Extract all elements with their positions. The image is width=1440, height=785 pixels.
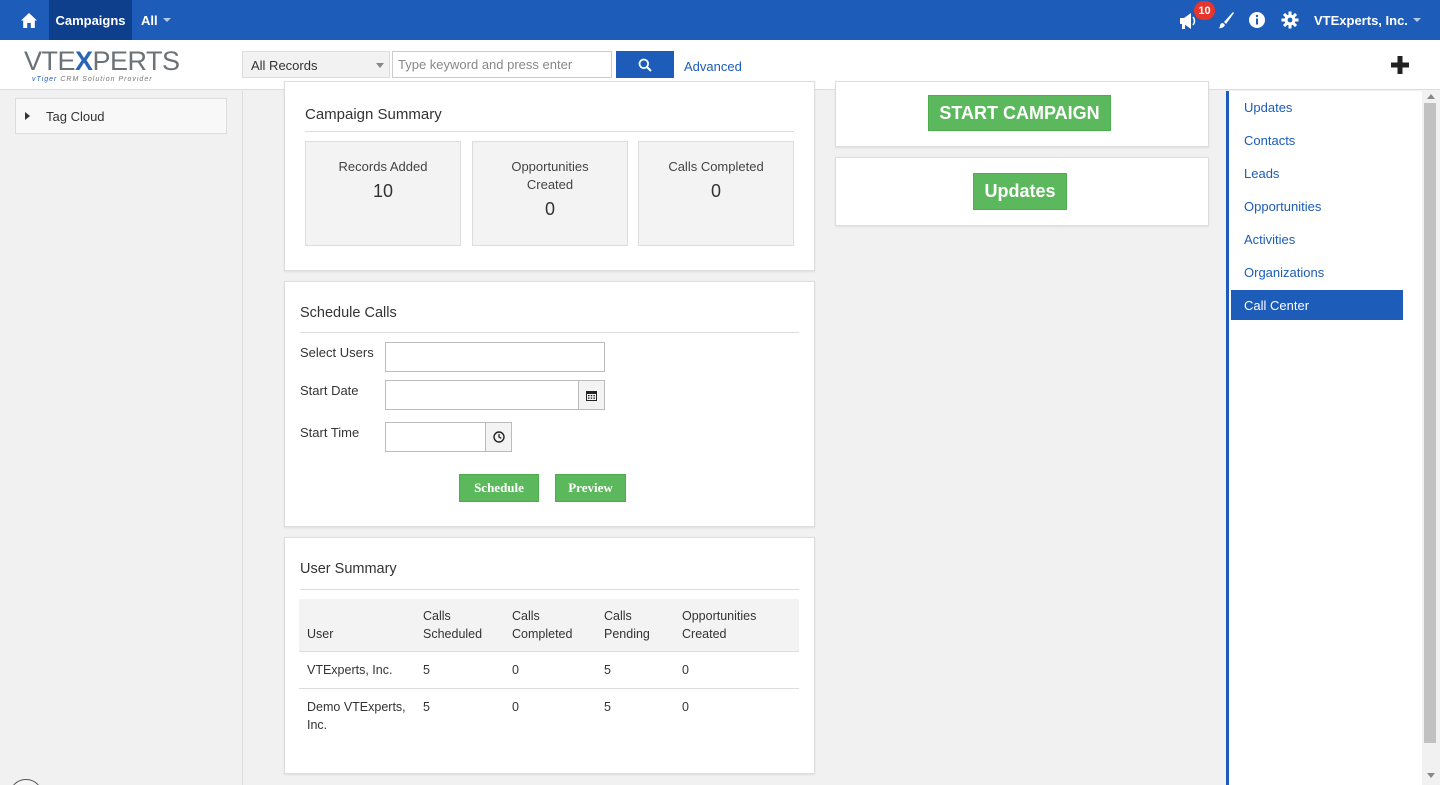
company-logo[interactable]: VTEXPERTS vTiger CRM Solution Provider — [24, 46, 184, 86]
logo-text-left: VTE — [24, 46, 76, 76]
caret-right-icon — [25, 112, 30, 120]
record-type-value: All Records — [251, 58, 318, 73]
column-header: Calls Pending — [596, 599, 674, 652]
module-tab-campaigns[interactable]: Campaigns — [49, 0, 132, 40]
schedule-calls-title: Schedule Calls — [300, 305, 397, 321]
start-date-label: Start Date — [300, 383, 359, 398]
table-cell: 5 — [604, 700, 611, 714]
related-list-sidebar: Updates Contacts Leads Opportunities Act… — [1226, 91, 1422, 785]
calendar-icon[interactable] — [578, 380, 605, 410]
main-content: Campaign Summary Records Added 10 Opport… — [243, 81, 1226, 785]
gear-icon[interactable] — [1278, 8, 1302, 32]
stat-value: 0 — [544, 199, 555, 219]
sidebar-item-contacts[interactable]: Contacts — [1231, 126, 1403, 155]
table-cell: 5 — [423, 700, 430, 714]
select-users-label: Select Users — [300, 345, 374, 360]
stat-calls-completed: Calls Completed 0 — [638, 141, 794, 246]
preview-button[interactable]: Preview — [555, 474, 626, 502]
advanced-search-link[interactable]: Advanced — [684, 59, 742, 74]
search-icon — [638, 58, 652, 72]
notification-badge: 10 — [1194, 1, 1215, 20]
start-time-field[interactable] — [385, 422, 486, 452]
table-header-row: User Calls Scheduled Calls Completed Cal… — [299, 599, 799, 652]
sidebar-item-opportunities[interactable]: Opportunities — [1231, 192, 1403, 221]
add-plus-icon[interactable] — [1389, 54, 1411, 76]
table-cell: Demo VTExperts, Inc. — [307, 700, 406, 732]
select-users-field[interactable] — [385, 342, 605, 372]
table-cell: 0 — [674, 651, 799, 689]
chevron-down-icon — [376, 63, 384, 68]
sidebar-item-call-center[interactable]: Call Center — [1231, 290, 1403, 320]
stat-opportunities-created: Opportunities Created 0 — [472, 141, 628, 246]
user-menu[interactable]: VTExperts, Inc. — [1314, 0, 1421, 40]
stat-label: Calls Completed — [668, 159, 764, 174]
logo-sub-brand: vTiger — [32, 76, 58, 83]
filter-dropdown[interactable]: All — [141, 0, 171, 40]
scroll-up-icon[interactable] — [1427, 94, 1435, 99]
column-header: Calls Scheduled — [415, 599, 504, 652]
sidebar-item-organizations[interactable]: Organizations — [1231, 258, 1403, 287]
schedule-button[interactable]: Schedule — [459, 474, 539, 502]
divider — [305, 131, 794, 132]
campaign-summary-panel: Campaign Summary Records Added 10 Opport… — [284, 81, 815, 271]
info-icon[interactable] — [1245, 8, 1269, 32]
updates-panel: Updates — [835, 157, 1209, 226]
table-cell: 5 — [415, 651, 504, 689]
table-row: Demo VTExperts, Inc. 5 0 5 0 — [299, 689, 799, 744]
scroll-down-icon[interactable] — [1427, 773, 1435, 778]
start-time-label: Start Time — [300, 425, 360, 440]
start-date-field[interactable] — [385, 380, 579, 410]
tag-cloud-label: Tag Cloud — [46, 108, 105, 124]
table-cell: 0 — [512, 700, 519, 714]
column-header: User — [299, 599, 415, 652]
table-row: VTExperts, Inc. 5 0 5 0 — [299, 651, 799, 689]
table-cell: 0 — [682, 700, 689, 714]
home-icon[interactable] — [14, 7, 44, 33]
logo-text-right: PERTS — [92, 46, 181, 76]
chevron-down-icon — [1412, 18, 1421, 22]
stat-label: Records Added — [338, 159, 428, 174]
table-cell: 0 — [504, 651, 596, 689]
sidebar-item-updates[interactable]: Updates — [1231, 93, 1403, 122]
brush-icon[interactable] — [1214, 8, 1238, 32]
stat-value: 0 — [710, 181, 721, 201]
record-type-select[interactable]: All Records — [242, 51, 390, 78]
clock-icon[interactable] — [485, 422, 512, 452]
filter-dropdown-label: All — [141, 12, 158, 28]
table-cell: 5 — [596, 651, 674, 689]
left-sidebar: Tag Cloud — [0, 91, 243, 785]
campaign-summary-title: Campaign Summary — [305, 106, 442, 123]
help-circle-icon[interactable] — [9, 779, 43, 785]
logo-sub-rest: CRM Solution Provider — [60, 76, 153, 83]
stat-records-added: Records Added 10 — [305, 141, 461, 246]
logo-text-x: X — [75, 46, 93, 76]
column-header: Calls Completed — [504, 599, 596, 652]
column-header: Opportunities Created — [674, 599, 799, 652]
sidebar-item-activities[interactable]: Activities — [1231, 225, 1403, 254]
table-cell: VTExperts, Inc. — [299, 651, 415, 689]
chevron-down-icon — [162, 18, 171, 22]
user-summary-panel: User Summary User Calls Scheduled Calls … — [284, 537, 815, 774]
tag-cloud-toggle[interactable]: Tag Cloud — [15, 98, 227, 134]
search-button[interactable] — [616, 51, 674, 78]
schedule-calls-panel: Schedule Calls Select Users Start Date S… — [284, 281, 815, 527]
start-campaign-button[interactable]: START CAMPAIGN — [928, 95, 1111, 131]
search-input[interactable] — [392, 51, 612, 78]
user-summary-table: User Calls Scheduled Calls Completed Cal… — [299, 599, 799, 743]
divider — [300, 332, 799, 333]
stat-value: 10 — [372, 181, 394, 201]
divider — [300, 589, 799, 590]
start-campaign-panel: START CAMPAIGN — [835, 81, 1209, 147]
stat-label: Opportunities Created — [511, 159, 589, 192]
sidebar-item-leads[interactable]: Leads — [1231, 159, 1403, 188]
page-scrollbar[interactable] — [1422, 91, 1440, 785]
user-summary-title: User Summary — [300, 561, 397, 577]
scrollbar-thumb[interactable] — [1424, 103, 1436, 743]
user-name: VTExperts, Inc. — [1314, 12, 1408, 28]
updates-button[interactable]: Updates — [973, 173, 1067, 210]
top-navbar: Campaigns All 10 VTExperts, Inc. — [0, 0, 1440, 40]
